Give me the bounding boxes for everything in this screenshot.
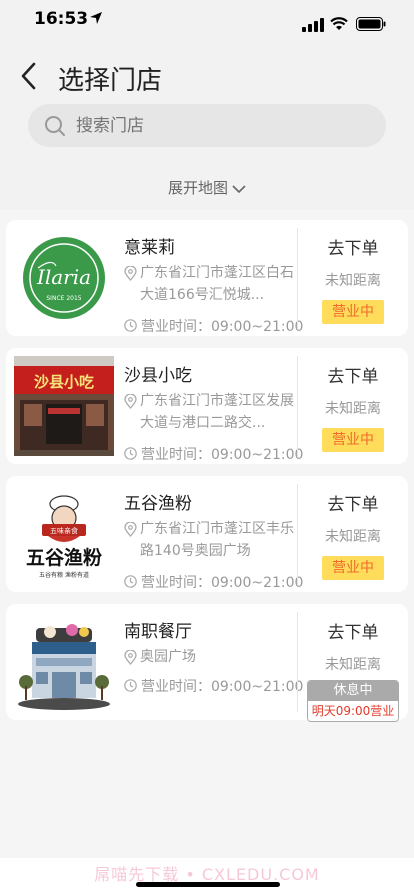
store-logo: Ilaria SINCE 2015 <box>14 228 114 328</box>
location-pin-icon <box>124 522 137 537</box>
store-name: 五谷渔粉 <box>124 494 192 514</box>
status-bar: 16:53 <box>0 0 414 40</box>
svg-text:五谷渔粉: 五谷渔粉 <box>26 546 102 569</box>
store-address: 奥园广场 <box>124 646 298 668</box>
store-card[interactable]: Ilaria SINCE 2015 意莱莉 广东省江门市蓬江区白石大道166号汇… <box>6 220 408 336</box>
store-photo: 沙县小吃 <box>14 356 114 456</box>
cellular-signal-icon <box>302 18 324 32</box>
store-address-text: 广东省江门市蓬江区丰乐路140号奥园广场 <box>140 521 294 559</box>
page-title: 选择门店 <box>58 66 163 96</box>
battery-icon <box>356 17 386 31</box>
store-name: 沙县小吃 <box>124 366 192 386</box>
store-hours: 营业时间：09:00~21:00 <box>124 444 303 464</box>
store-hours-text: 营业时间：09:00~21:00 <box>141 447 304 463</box>
store-distance: 未知距离 <box>325 657 381 673</box>
status-badge-open: 营业中 <box>322 300 384 324</box>
store-name: 南职餐厅 <box>124 622 192 642</box>
store-card[interactable]: 沙县小吃 沙县小吃 广东省江门市蓬江区发展大道与港口二路交... 营业时间：09… <box>6 348 408 464</box>
store-address-text: 广东省江门市蓬江区发展大道与港口二路交... <box>140 393 294 431</box>
chevron-down-icon <box>232 184 246 193</box>
clock-icon <box>124 679 137 692</box>
store-illustration <box>14 612 114 712</box>
store-distance: 未知距离 <box>325 273 381 289</box>
clock-icon <box>124 319 137 332</box>
search-input[interactable] <box>76 104 366 147</box>
status-badge-open: 营业中 <box>322 428 384 452</box>
expand-map-toggle[interactable]: 展开地图 <box>0 168 414 208</box>
svg-text:五味亲食: 五味亲食 <box>50 526 78 535</box>
store-name: 意莱莉 <box>124 238 175 258</box>
home-indicator[interactable] <box>136 882 280 887</box>
svg-text:五谷有粮 渔粉有道: 五谷有粮 渔粉有道 <box>39 571 89 579</box>
store-distance: 未知距离 <box>325 529 381 545</box>
svg-text:沙县小吃: 沙县小吃 <box>34 373 94 391</box>
storefront-photo-icon: 沙县小吃 <box>14 356 114 456</box>
store-list: Ilaria SINCE 2015 意莱莉 广东省江门市蓬江区白石大道166号汇… <box>0 209 414 859</box>
watermark: 屌喵先下载 • CXLEDU.COM <box>0 858 414 896</box>
expand-map-label: 展开地图 <box>167 179 228 197</box>
store-address: 广东省江门市蓬江区发展大道与港口二路交... <box>124 390 298 434</box>
location-pin-icon <box>124 394 137 409</box>
back-arrow-icon[interactable] <box>18 60 40 92</box>
store-distance: 未知距离 <box>325 401 381 417</box>
svg-text:SINCE 2015: SINCE 2015 <box>46 295 81 302</box>
svg-text:Ilaria: Ilaria <box>36 265 91 289</box>
status-closed-label: 休息中 <box>308 681 398 701</box>
store-hours: 营业时间：09:00~21:00 <box>124 316 303 336</box>
store-address-text: 广东省江门市蓬江区白石大道166号汇悦城... <box>140 265 294 303</box>
search-bar[interactable] <box>28 104 386 147</box>
store-hours: 营业时间：09:00~21:00 <box>124 676 303 696</box>
store-hours-text: 营业时间：09:00~21:00 <box>141 575 304 591</box>
wugu-yufen-logo-icon: 五味亲食 五谷渔粉 五谷有粮 渔粉有道 <box>14 484 114 584</box>
store-address: 广东省江门市蓬江区丰乐路140号奥园广场 <box>124 518 298 562</box>
status-time: 16:53 <box>34 9 89 29</box>
order-button[interactable]: 去下单 <box>298 234 408 259</box>
store-hours: 营业时间：09:00~21:00 <box>124 572 303 592</box>
status-badge-closed: 休息中 明天09:00营业 <box>307 680 399 722</box>
ilaria-logo-icon: Ilaria SINCE 2015 <box>23 237 105 319</box>
clock-icon <box>124 575 137 588</box>
header-area: 16:53 选择门店 展开地图 <box>0 0 414 209</box>
order-button[interactable]: 去下单 <box>298 362 408 387</box>
location-arrow-icon <box>90 12 102 24</box>
location-pin-icon <box>124 650 137 665</box>
store-card[interactable]: 五味亲食 五谷渔粉 五谷有粮 渔粉有道 五谷渔粉 广东省江门市蓬江区丰乐路140… <box>6 476 408 592</box>
navigation-bar: 选择门店 <box>0 40 414 110</box>
store-logo: 五味亲食 五谷渔粉 五谷有粮 渔粉有道 <box>14 484 114 584</box>
status-badge-open: 营业中 <box>322 556 384 580</box>
store-hours-text: 营业时间：09:00~21:00 <box>141 319 304 335</box>
location-pin-icon <box>124 266 137 281</box>
search-icon <box>45 116 65 136</box>
store-hours-text: 营业时间：09:00~21:00 <box>141 679 304 695</box>
store-address: 广东省江门市蓬江区白石大道166号汇悦城... <box>124 262 298 306</box>
clock-icon <box>124 447 137 460</box>
store-address-text: 奥园广场 <box>140 649 196 665</box>
store-card[interactable]: 南职餐厅 奥园广场 营业时间：09:00~21:00 去下单 未知距离 休息中 … <box>6 604 408 722</box>
status-opening-note: 明天09:00营业 <box>308 701 398 721</box>
order-button[interactable]: 去下单 <box>298 490 408 515</box>
restaurant-building-icon <box>14 612 114 712</box>
order-button[interactable]: 去下单 <box>298 618 408 643</box>
wifi-icon <box>330 17 348 30</box>
